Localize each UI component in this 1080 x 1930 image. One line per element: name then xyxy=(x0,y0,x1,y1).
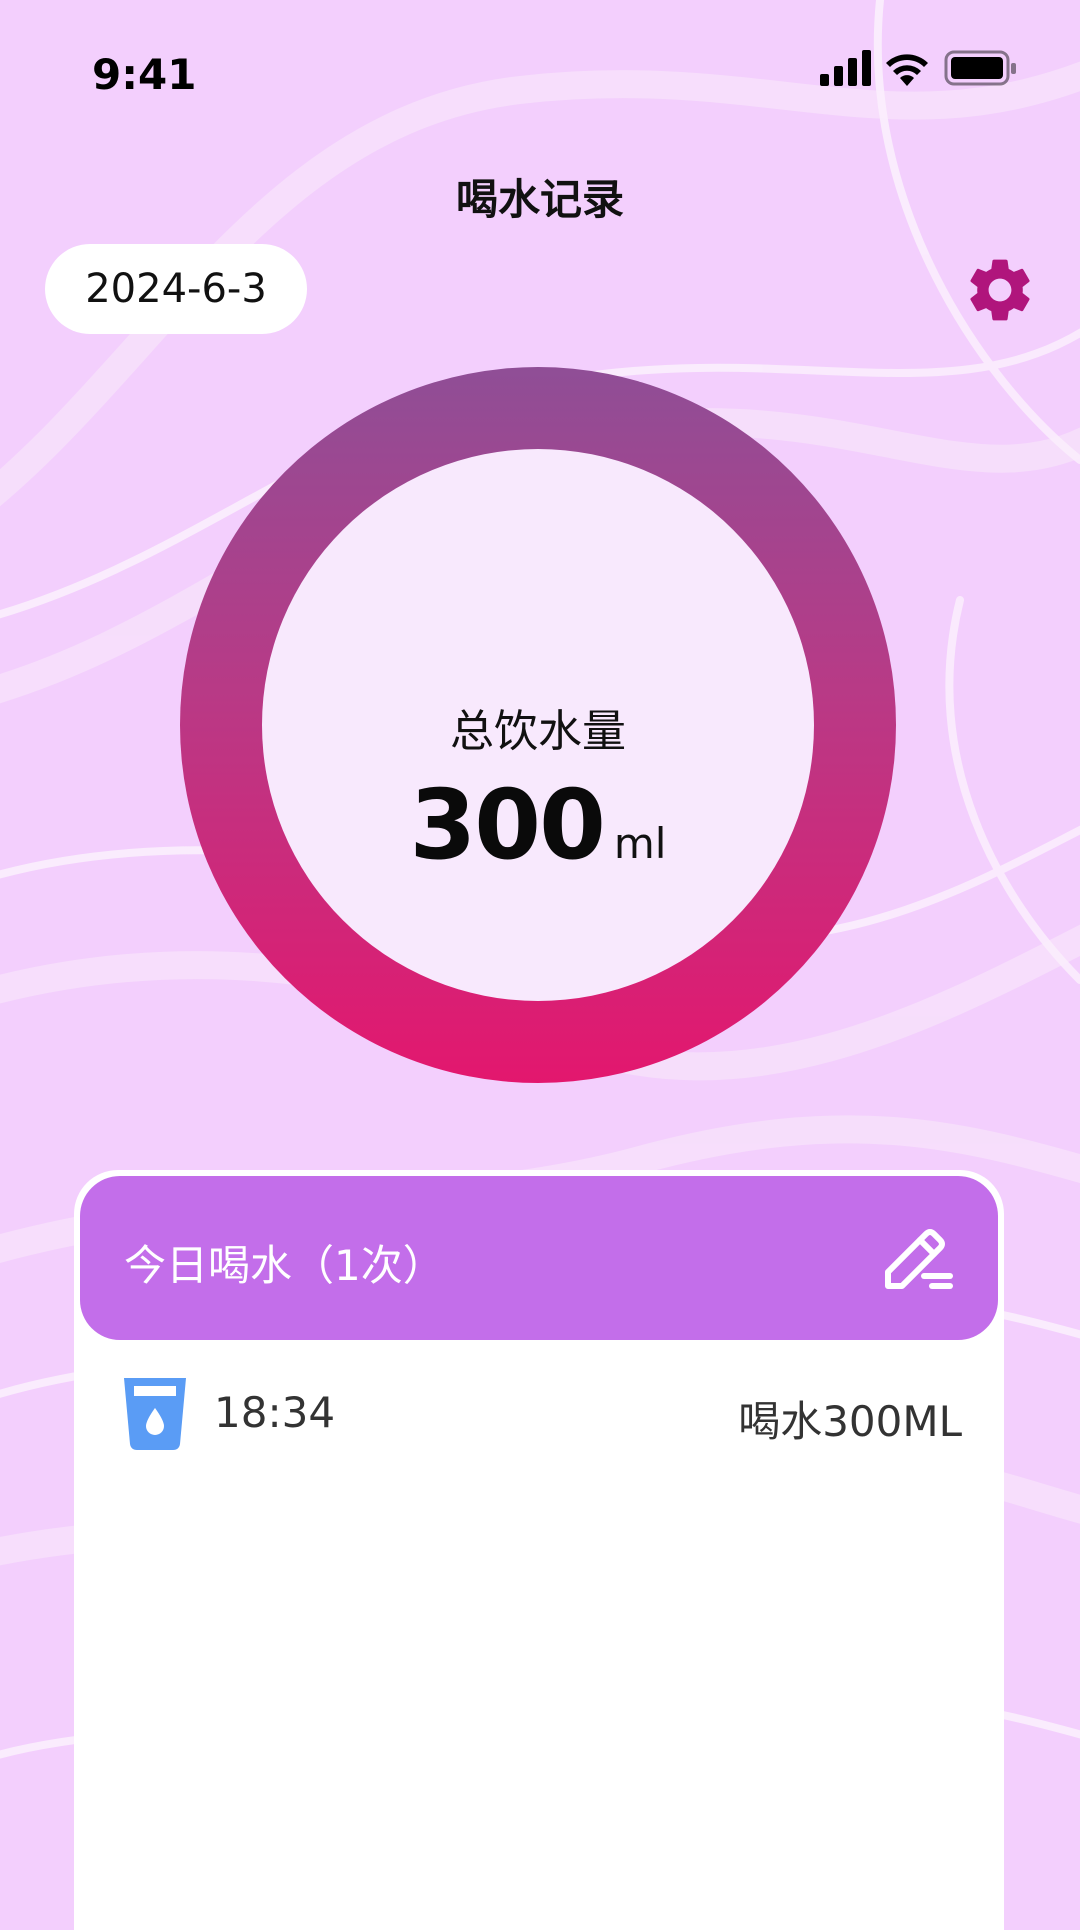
battery-icon xyxy=(944,50,1016,86)
records-card-title: 今日喝水（1次） xyxy=(124,1241,445,1290)
records-card-header: 今日喝水（1次） xyxy=(80,1176,998,1340)
date-label: 2024-6-3 xyxy=(85,266,267,312)
ring-center: 总饮水量 300 ml xyxy=(262,449,814,1001)
gear-icon[interactable] xyxy=(962,252,1038,328)
record-time: 18:34 xyxy=(214,1388,336,1437)
record-item[interactable]: 18:34 喝水300ML xyxy=(74,1366,1004,1466)
page-title: 喝水记录 xyxy=(455,175,624,224)
total-intake-unit: ml xyxy=(613,819,667,868)
record-amount: 喝水300ML xyxy=(738,1397,962,1446)
signal-icon xyxy=(820,50,871,86)
water-cup-icon xyxy=(124,1378,186,1450)
date-selector[interactable]: 2024-6-3 xyxy=(45,244,307,334)
total-intake-label: 总饮水量 xyxy=(450,706,626,757)
wifi-icon xyxy=(886,54,928,86)
records-card: 今日喝水（1次） 18:34 喝水300ML xyxy=(74,1170,1004,1930)
status-icons xyxy=(820,50,1016,86)
status-bar: 9:41 xyxy=(0,0,1080,140)
intake-progress-ring: 总饮水量 300 ml xyxy=(180,367,896,1083)
total-intake-value-group: 300 ml xyxy=(262,769,814,881)
total-intake-value: 300 xyxy=(409,769,606,881)
edit-pencil-icon[interactable] xyxy=(880,1226,956,1294)
status-time: 9:41 xyxy=(92,50,197,99)
